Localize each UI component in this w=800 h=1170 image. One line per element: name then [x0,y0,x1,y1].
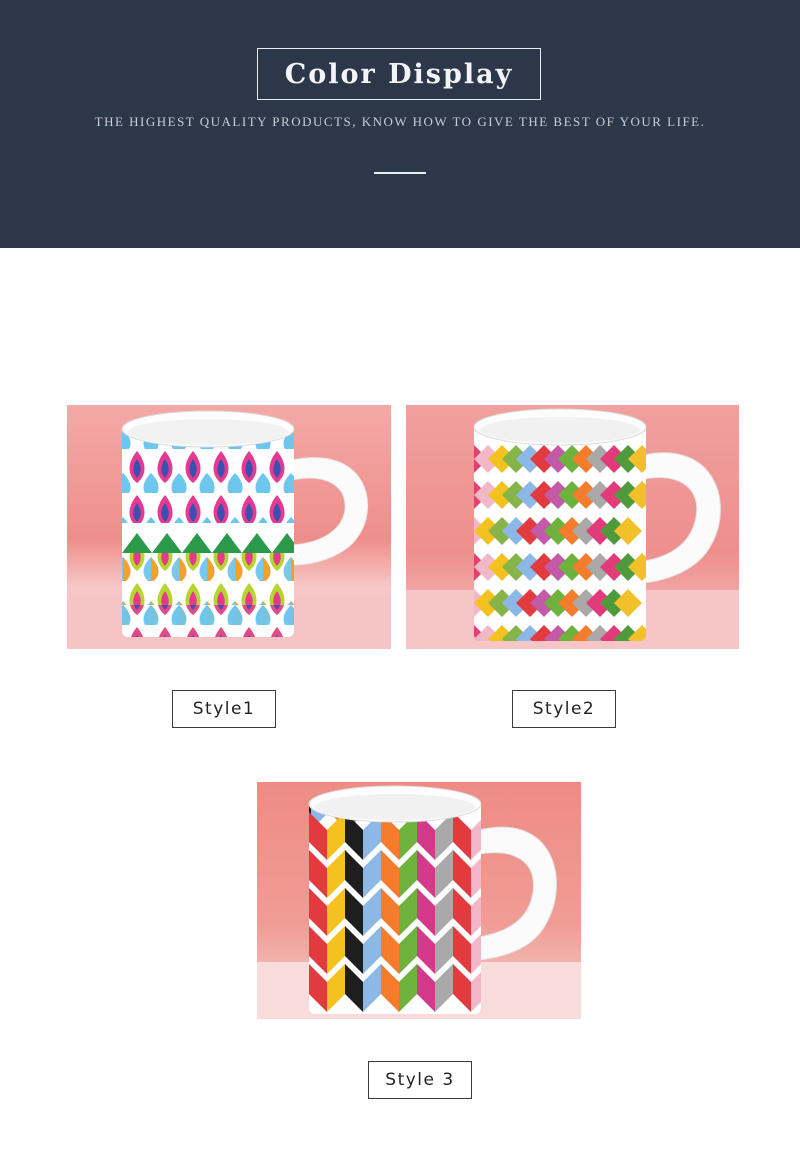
header-banner: Color Display THE HIGHEST QUALITY PRODUC… [0,0,800,248]
style1-label: Style1 [172,690,276,728]
style3-label: Style 3 [368,1061,472,1099]
page-subtitle: THE HIGHEST QUALITY PRODUCTS, KNOW HOW T… [94,114,706,129]
style1-label-text: Style1 [192,699,256,719]
style2-label-text: Style2 [532,699,596,719]
title-divider [374,172,426,174]
style2-label: Style2 [512,690,616,728]
title-frame: Color Display [257,48,541,100]
product-image-style2 [406,405,739,649]
product-image-style1 [67,405,391,649]
product-image-style3 [257,782,581,1019]
page-title: Color Display [284,58,514,90]
style3-label-text: Style 3 [385,1070,455,1090]
